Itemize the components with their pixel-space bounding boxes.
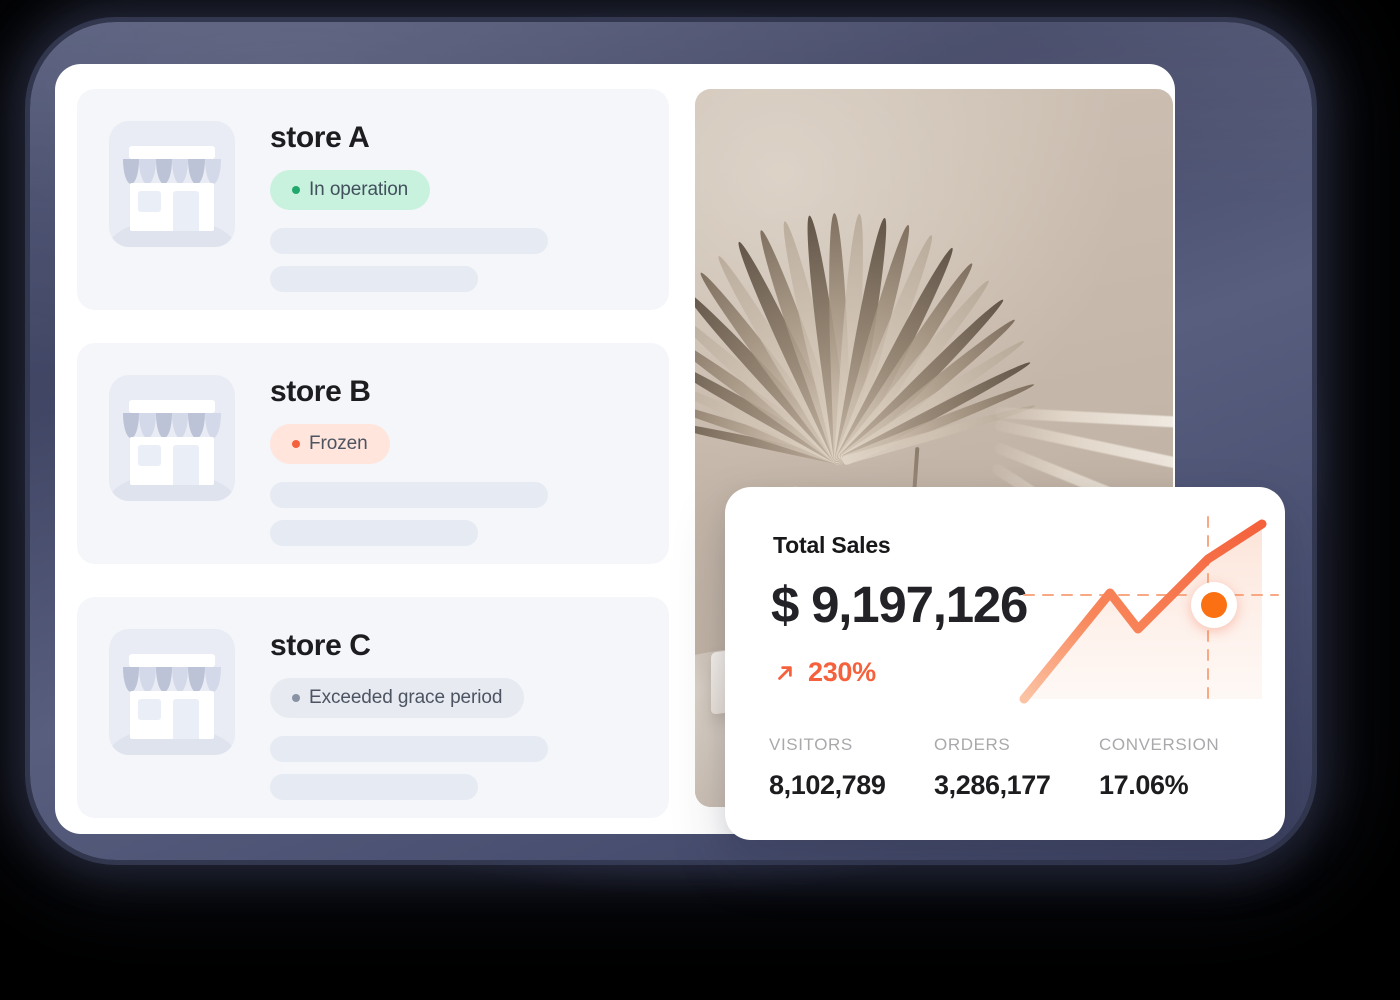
- total-sales-amount: $ 9,197,126: [771, 576, 1028, 633]
- status-label: Exceeded grace period: [309, 687, 503, 708]
- skeleton-line: [270, 736, 548, 762]
- store-info: store C Exceeded grace period: [270, 629, 669, 800]
- sales-sparkline-chart: [1010, 509, 1285, 724]
- status-label: Frozen: [309, 433, 368, 454]
- stat-label: VISITORS: [769, 735, 853, 754]
- stat-conversion: CONVERSION 17.06%: [1099, 735, 1219, 801]
- skeleton-lines: [270, 228, 669, 292]
- skeleton-line: [270, 228, 548, 254]
- store-name: store B: [270, 375, 371, 408]
- storefront-icon: [109, 121, 235, 247]
- stat-visitors: VISITORS 8,102,789: [769, 735, 934, 801]
- skeleton-line: [270, 482, 548, 508]
- stat-orders: ORDERS 3,286,177: [934, 735, 1099, 801]
- store-card[interactable]: store C Exceeded grace period: [77, 597, 669, 818]
- store-list: store A In operation store B Frozen stor…: [77, 89, 669, 834]
- palm-leaf-graphic: [695, 212, 1037, 467]
- growth-indicator: 230%: [773, 657, 876, 688]
- store-name: store C: [270, 629, 371, 662]
- storefront-icon: [109, 375, 235, 501]
- stat-value: 8,102,789: [769, 770, 886, 800]
- skeleton-line: [270, 774, 478, 800]
- growth-value: 230%: [808, 657, 876, 687]
- storefront-icon: [109, 629, 235, 755]
- stats-row: VISITORS 8,102,789 ORDERS 3,286,177 CONV…: [769, 735, 1249, 801]
- skeleton-line: [270, 520, 478, 546]
- status-dot-icon: [292, 440, 300, 448]
- status-badge: In operation: [270, 170, 431, 210]
- store-info: store B Frozen: [270, 375, 669, 546]
- arrow-up-right-icon: [773, 661, 797, 685]
- chart-marker-point[interactable]: [1191, 582, 1237, 628]
- store-card[interactable]: store A In operation: [77, 89, 669, 310]
- stat-label: ORDERS: [934, 735, 1011, 754]
- status-label: In operation: [309, 179, 409, 200]
- skeleton-line: [270, 266, 478, 292]
- stat-value: 17.06%: [1099, 770, 1189, 800]
- stat-label: CONVERSION: [1099, 735, 1220, 754]
- store-name: store A: [270, 121, 370, 154]
- stat-value: 3,286,177: [934, 770, 1051, 800]
- total-sales-card[interactable]: Total Sales $ 9,197,126 230% VISITORS 8,…: [725, 487, 1285, 840]
- status-badge: Frozen: [270, 424, 390, 464]
- status-dot-icon: [292, 186, 300, 194]
- skeleton-lines: [270, 482, 669, 546]
- store-info: store A In operation: [270, 121, 669, 292]
- card-title: Total Sales: [773, 532, 891, 558]
- skeleton-lines: [270, 736, 669, 800]
- status-badge: Exceeded grace period: [270, 678, 525, 718]
- status-dot-icon: [292, 694, 300, 702]
- store-card[interactable]: store B Frozen: [77, 343, 669, 564]
- screenshot-root: store A In operation store B Frozen stor…: [0, 0, 1400, 1000]
